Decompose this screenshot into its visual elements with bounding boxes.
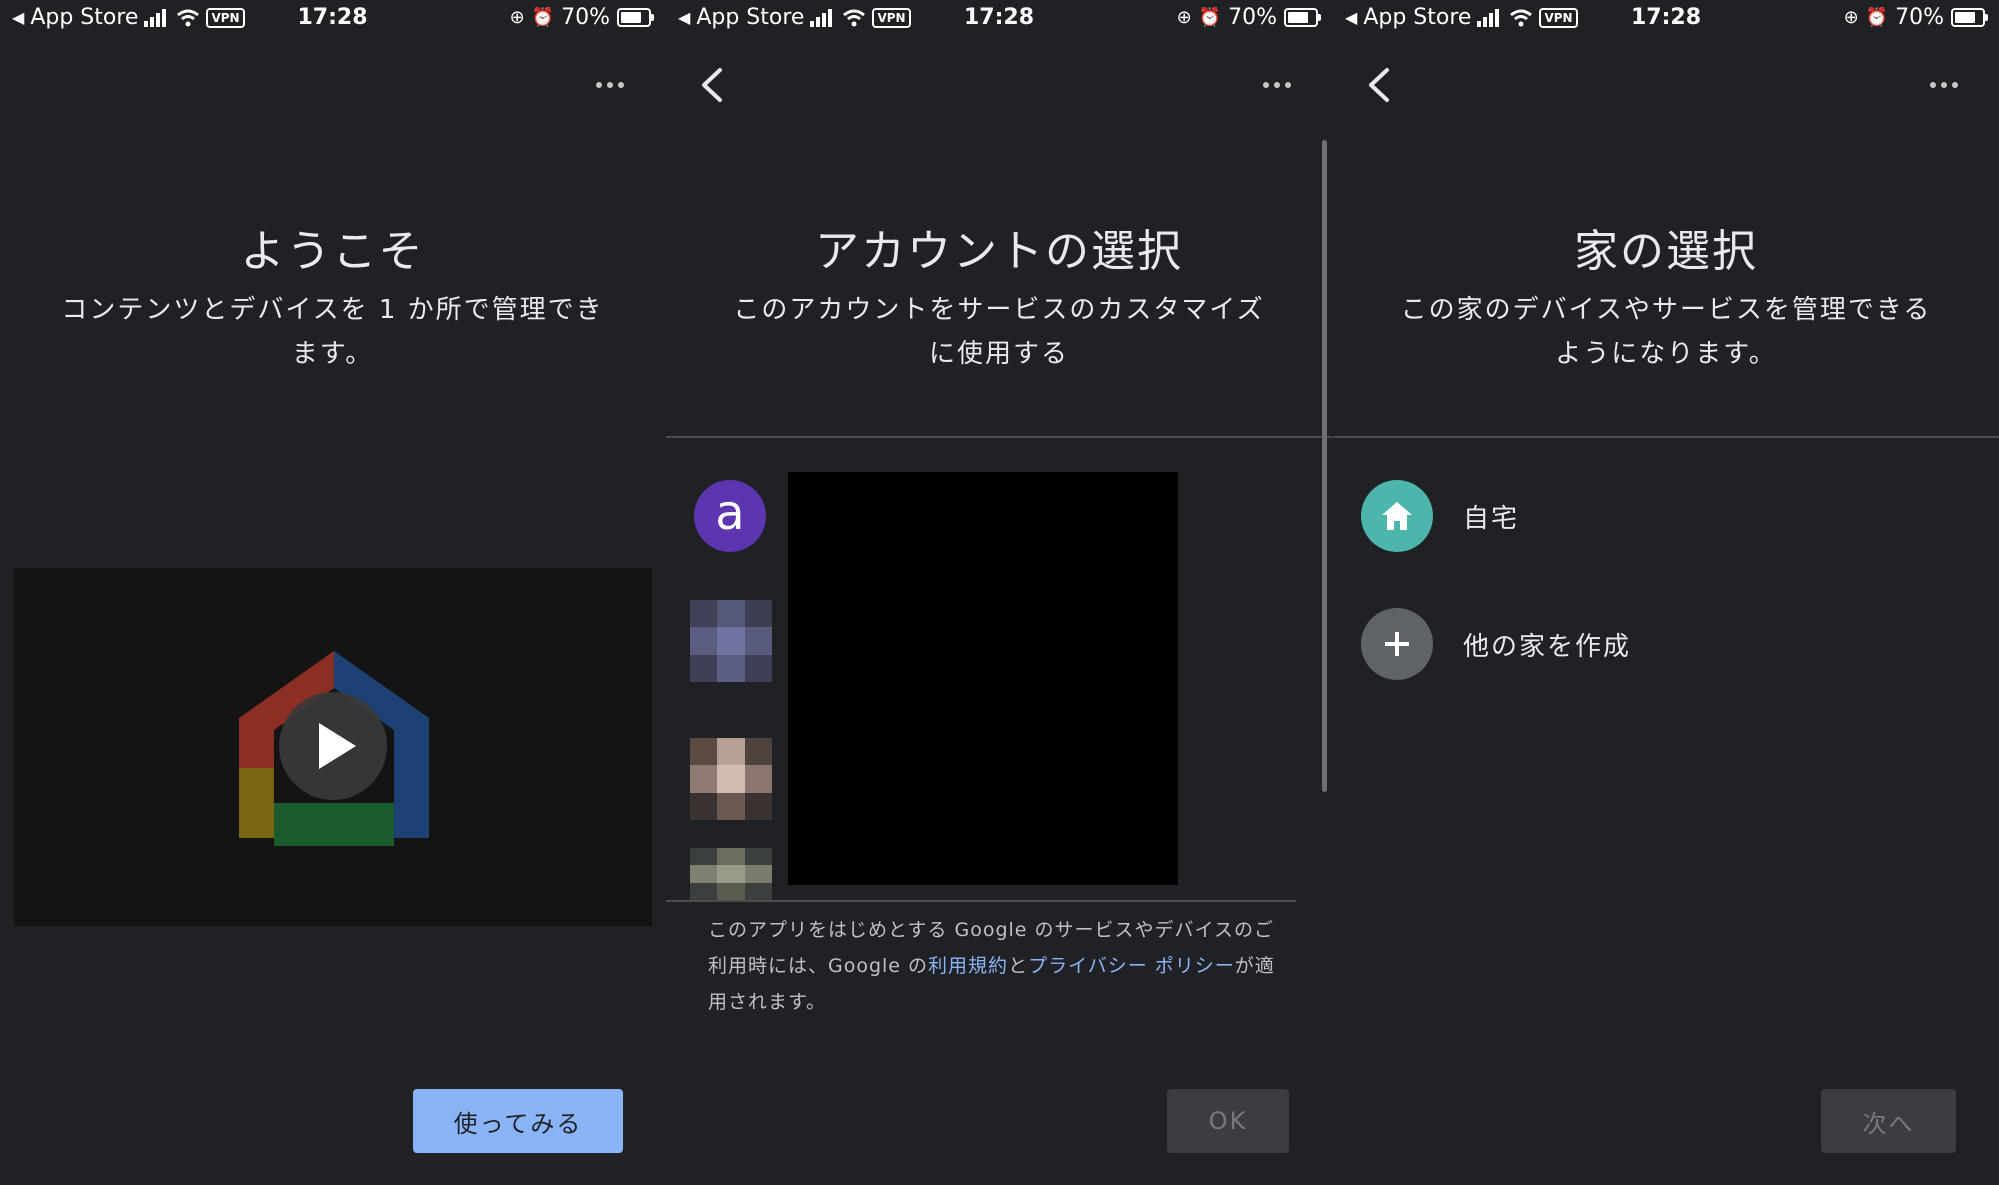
legal-notice: このアプリをはじめとする Google のサービスやデバイスのご利用時には、Go… (708, 912, 1288, 1020)
create-home-label: 他の家を作成 (1463, 631, 1632, 662)
status-bar-right: ⊕ ⏰ 70% (1176, 5, 1321, 30)
status-bar: ◀ App Store VPN 17:28 ⊕ ⏰ 70% (666, 0, 1332, 36)
more-dot-icon (607, 82, 613, 88)
page-title: ようこそ (240, 226, 425, 277)
more-dot-icon (1952, 82, 1958, 88)
more-dot-icon (1263, 82, 1269, 88)
alarm-icon: ⏰ (1865, 7, 1889, 28)
intro-video[interactable] (14, 568, 652, 926)
status-bar-right: ⊕ ⏰ 70% (1843, 5, 1988, 30)
more-dot-icon (1274, 82, 1280, 88)
back-arrow-icon[interactable] (1359, 62, 1399, 108)
google-home-logo-icon (239, 651, 429, 846)
more-options-button[interactable] (585, 70, 635, 100)
battery-icon (1284, 8, 1321, 27)
more-dot-icon (1285, 82, 1291, 88)
page-subtitle: コンテンツとデバイスを 1 か所で管理できます。 (61, 295, 604, 369)
more-dot-icon (618, 82, 624, 88)
more-options-button[interactable] (1919, 70, 1969, 100)
footer-divider (666, 900, 1296, 902)
header-divider (666, 436, 1332, 438)
account-select-screen: ◀ App Store VPN 17:28 ⊕ ⏰ 70% アカウントの選択 こ… (666, 0, 1332, 1185)
account-avatar-blurred[interactable] (690, 738, 772, 820)
more-options-button[interactable] (1252, 70, 1302, 100)
battery-percent: 70% (561, 5, 610, 30)
status-bar: ◀ App Store VPN 17:28 ⊕ ⏰ 70% (0, 0, 665, 36)
home-option-existing[interactable]: 自宅 (1361, 480, 1519, 552)
get-started-button[interactable]: 使ってみる (413, 1089, 623, 1153)
home-label: 自宅 (1463, 503, 1520, 534)
terms-link[interactable]: 利用規約 (928, 955, 1008, 977)
next-button[interactable]: 次へ (1821, 1089, 1956, 1153)
orientation-lock-icon: ⊕ (509, 7, 525, 28)
alarm-icon: ⏰ (531, 7, 555, 28)
account-avatar[interactable]: a (694, 480, 766, 552)
more-dot-icon (1941, 82, 1947, 88)
page-title: 家の選択 (1574, 226, 1758, 277)
header-divider (1333, 436, 1999, 438)
plus-icon (1361, 608, 1433, 680)
page-title: アカウントの選択 (815, 226, 1183, 277)
battery-percent: 70% (1228, 5, 1277, 30)
more-dot-icon (596, 82, 602, 88)
avatar-letter: a (715, 485, 745, 541)
status-bar-right: ⊕ ⏰ 70% (509, 5, 654, 30)
ok-button[interactable]: OK (1167, 1089, 1289, 1153)
account-avatar-blurred[interactable] (690, 848, 772, 900)
create-home-option[interactable]: 他の家を作成 (1361, 608, 1631, 680)
page-subtitle: このアカウントをサービスのカスタマイズに使用する (733, 295, 1265, 369)
home-icon (1361, 480, 1433, 552)
account-avatar-blurred[interactable] (690, 600, 772, 682)
home-select-screen: ◀ App Store VPN 17:28 ⊕ ⏰ 70% 家の選択 この家のデ… (1333, 0, 1999, 1185)
battery-icon (1951, 8, 1988, 27)
alarm-icon: ⏰ (1198, 7, 1222, 28)
orientation-lock-icon: ⊕ (1176, 7, 1192, 28)
welcome-screen: ◀ App Store VPN 17:28 ⊕ ⏰ 70% ようこそ コンテンツ… (0, 0, 665, 1185)
privacy-policy-link[interactable]: プライバシー ポリシー (1028, 955, 1235, 977)
back-arrow-icon[interactable] (692, 62, 732, 108)
page-subtitle: この家のデバイスやサービスを管理できるようになります。 (1400, 295, 1932, 369)
more-dot-icon (1930, 82, 1936, 88)
battery-percent: 70% (1895, 5, 1944, 30)
redacted-account-list (788, 472, 1178, 885)
scrollbar[interactable] (1322, 140, 1327, 792)
status-bar: ◀ App Store VPN 17:28 ⊕ ⏰ 70% (1333, 0, 1999, 36)
legal-text: と (1008, 955, 1029, 977)
battery-icon (617, 8, 654, 27)
orientation-lock-icon: ⊕ (1843, 7, 1859, 28)
